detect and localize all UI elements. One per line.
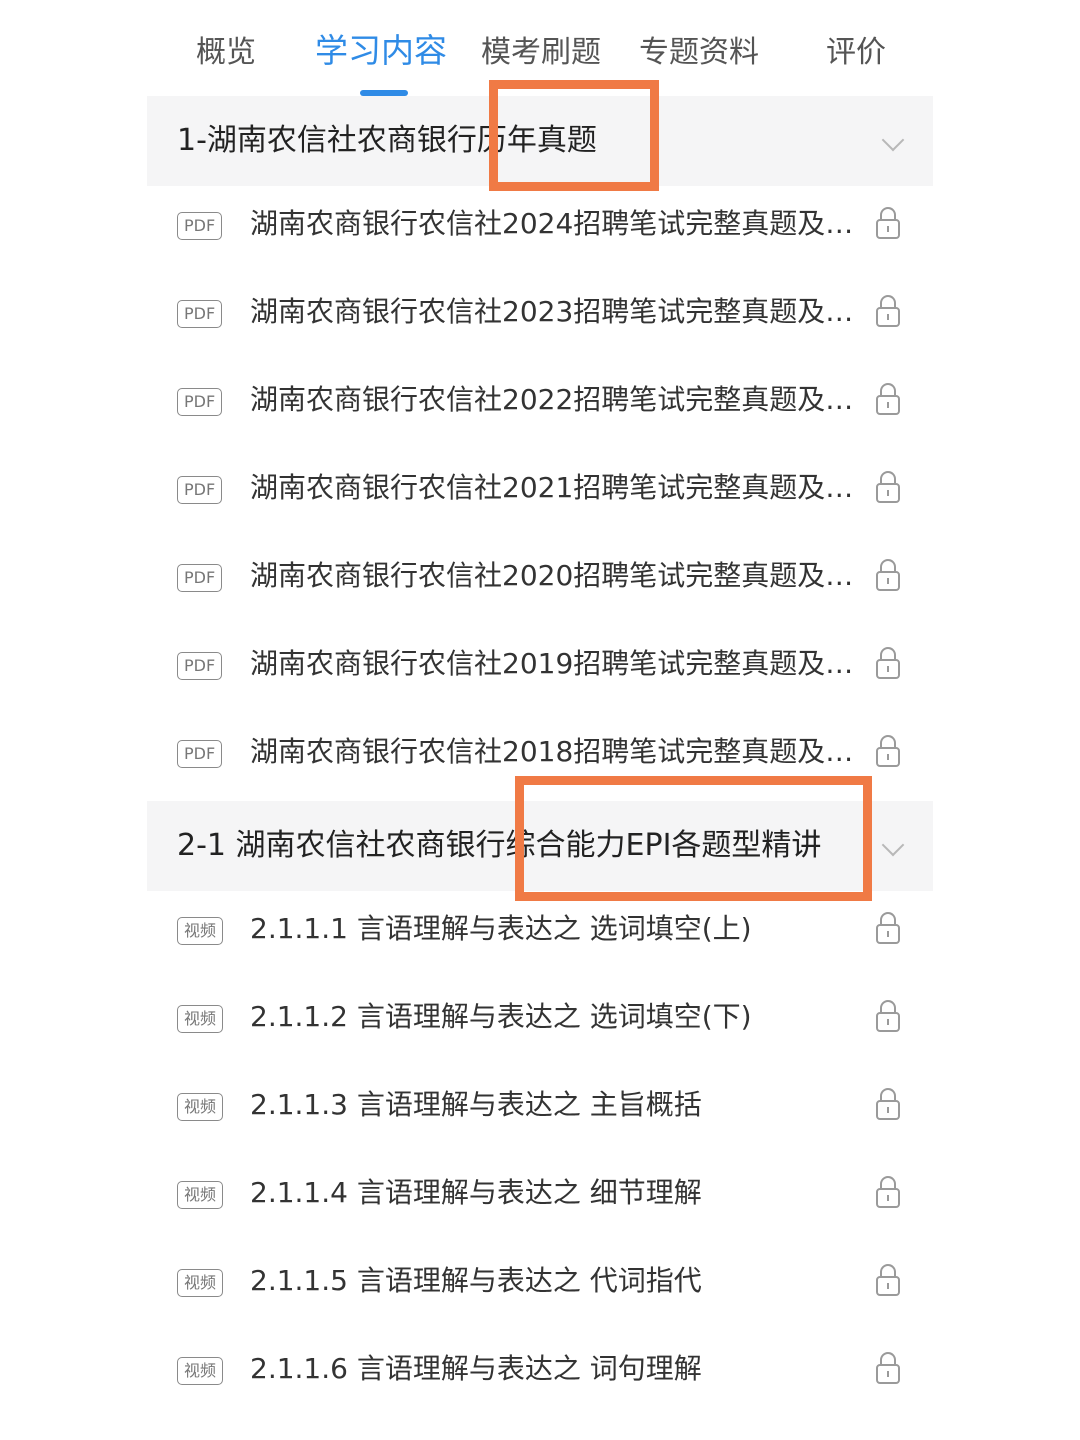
video-badge: 视频: [177, 1181, 224, 1209]
lock-icon: [876, 559, 900, 591]
pdf-badge: PDF: [177, 388, 223, 416]
list-item[interactable]: PDF 湖南农商银行农信社2018招聘笔试完整真题及解析: [147, 714, 933, 802]
list-item[interactable]: 视频 2.1.1.2 言语理解与表达之 选词填空(下): [147, 979, 933, 1067]
pdf-badge: PDF: [177, 300, 223, 328]
item-title: 2.1.1.6 言语理解与表达之 词句理解: [250, 1352, 702, 1385]
item-title: 湖南农商银行农信社2018招聘笔试完整真题及解析: [250, 735, 860, 768]
section-header-past-exams[interactable]: 1-湖南农信社农商银行历年真题: [147, 96, 933, 186]
section-header-epi[interactable]: 2-1 湖南农信社农商银行综合能力EPI各题型精讲: [147, 801, 933, 891]
lock-icon: [876, 647, 900, 679]
item-title: 2.1.1.1 言语理解与表达之 选词填空(上): [250, 912, 752, 945]
lock-icon: [876, 735, 900, 767]
tab-overview[interactable]: 概览: [196, 30, 256, 76]
item-title: 2.1.1.5 言语理解与表达之 代词指代: [250, 1264, 702, 1297]
pdf-badge: PDF: [177, 652, 223, 680]
list-item[interactable]: 视频 2.1.1.5 言语理解与表达之 代词指代: [147, 1243, 933, 1331]
content-tabs: 概览 学习内容 模考刷题 专题资料 评价: [0, 0, 1080, 96]
video-badge: 视频: [177, 1005, 224, 1033]
list-item[interactable]: PDF 湖南农商银行农信社2022招聘笔试完整真题及解析: [147, 362, 933, 450]
item-title: 湖南农商银行农信社2020招聘笔试完整真题及解析: [250, 559, 860, 592]
tab-mock-exam[interactable]: 模考刷题: [481, 30, 601, 76]
pdf-badge: PDF: [177, 740, 223, 768]
item-title: 湖南农商银行农信社2019招聘笔试完整真题及解析: [250, 647, 860, 680]
list-item[interactable]: PDF 湖南农商银行农信社2019招聘笔试完整真题及解析: [147, 626, 933, 714]
video-badge: 视频: [177, 1093, 224, 1121]
lock-icon: [876, 1088, 900, 1120]
lock-icon: [876, 1176, 900, 1208]
lock-icon: [876, 295, 900, 327]
list-item[interactable]: 视频 2.1.1.3 言语理解与表达之 主旨概括: [147, 1067, 933, 1155]
list-item[interactable]: 视频 2.1.1.1 言语理解与表达之 选词填空(上): [147, 891, 933, 979]
pdf-badge: PDF: [177, 212, 223, 240]
lock-icon: [876, 1000, 900, 1032]
item-title: 湖南农商银行农信社2024招聘笔试完整真题及解析: [250, 207, 860, 240]
tab-reviews[interactable]: 评价: [826, 30, 886, 76]
section-title: 2-1 湖南农信社农商银行综合能力EPI各题型精讲: [177, 828, 822, 863]
pdf-badge: PDF: [177, 476, 223, 504]
section-title: 1-湖南农信社农商银行历年真题: [177, 123, 597, 158]
chevron-down-icon: [881, 833, 905, 857]
pdf-badge: PDF: [177, 564, 223, 592]
chevron-down-icon: [881, 128, 905, 152]
list-item[interactable]: PDF 湖南农商银行农信社2024招聘笔试完整真题及解析: [147, 186, 933, 274]
list-item[interactable]: PDF 湖南农商银行农信社2020招聘笔试完整真题及解析: [147, 538, 933, 626]
tab-learning-content[interactable]: 学习内容: [315, 28, 447, 74]
list-item[interactable]: 视频 2.1.1.6 言语理解与表达之 词句理解: [147, 1331, 933, 1419]
lock-icon: [876, 471, 900, 503]
video-badge: 视频: [177, 917, 224, 945]
lock-icon: [876, 912, 900, 944]
item-title: 湖南农商银行农信社2022招聘笔试完整真题及解析: [250, 383, 860, 416]
lock-icon: [876, 383, 900, 415]
lock-icon: [876, 1352, 900, 1384]
list-item[interactable]: PDF 湖南农商银行农信社2023招聘笔试完整真题及解析: [147, 274, 933, 362]
lock-icon: [876, 207, 900, 239]
video-badge: 视频: [177, 1269, 224, 1297]
item-title: 湖南农商银行农信社2023招聘笔试完整真题及解析: [250, 295, 860, 328]
item-title: 湖南农商银行农信社2021招聘笔试完整真题及解析: [250, 471, 860, 504]
item-title: 2.1.1.3 言语理解与表达之 主旨概括: [250, 1088, 702, 1121]
lock-icon: [876, 1264, 900, 1296]
tab-topic-materials[interactable]: 专题资料: [639, 30, 759, 76]
list-item[interactable]: PDF 湖南农商银行农信社2021招聘笔试完整真题及解析: [147, 450, 933, 538]
item-title: 2.1.1.2 言语理解与表达之 选词填空(下): [250, 1000, 752, 1033]
list-item[interactable]: 视频 2.1.1.4 言语理解与表达之 细节理解: [147, 1155, 933, 1243]
video-badge: 视频: [177, 1357, 224, 1385]
item-title: 2.1.1.4 言语理解与表达之 细节理解: [250, 1176, 702, 1209]
